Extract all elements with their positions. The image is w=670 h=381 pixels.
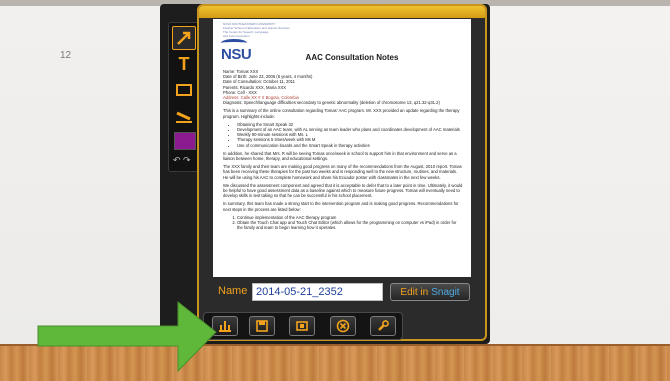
green-pointer-arrow	[37, 300, 217, 373]
